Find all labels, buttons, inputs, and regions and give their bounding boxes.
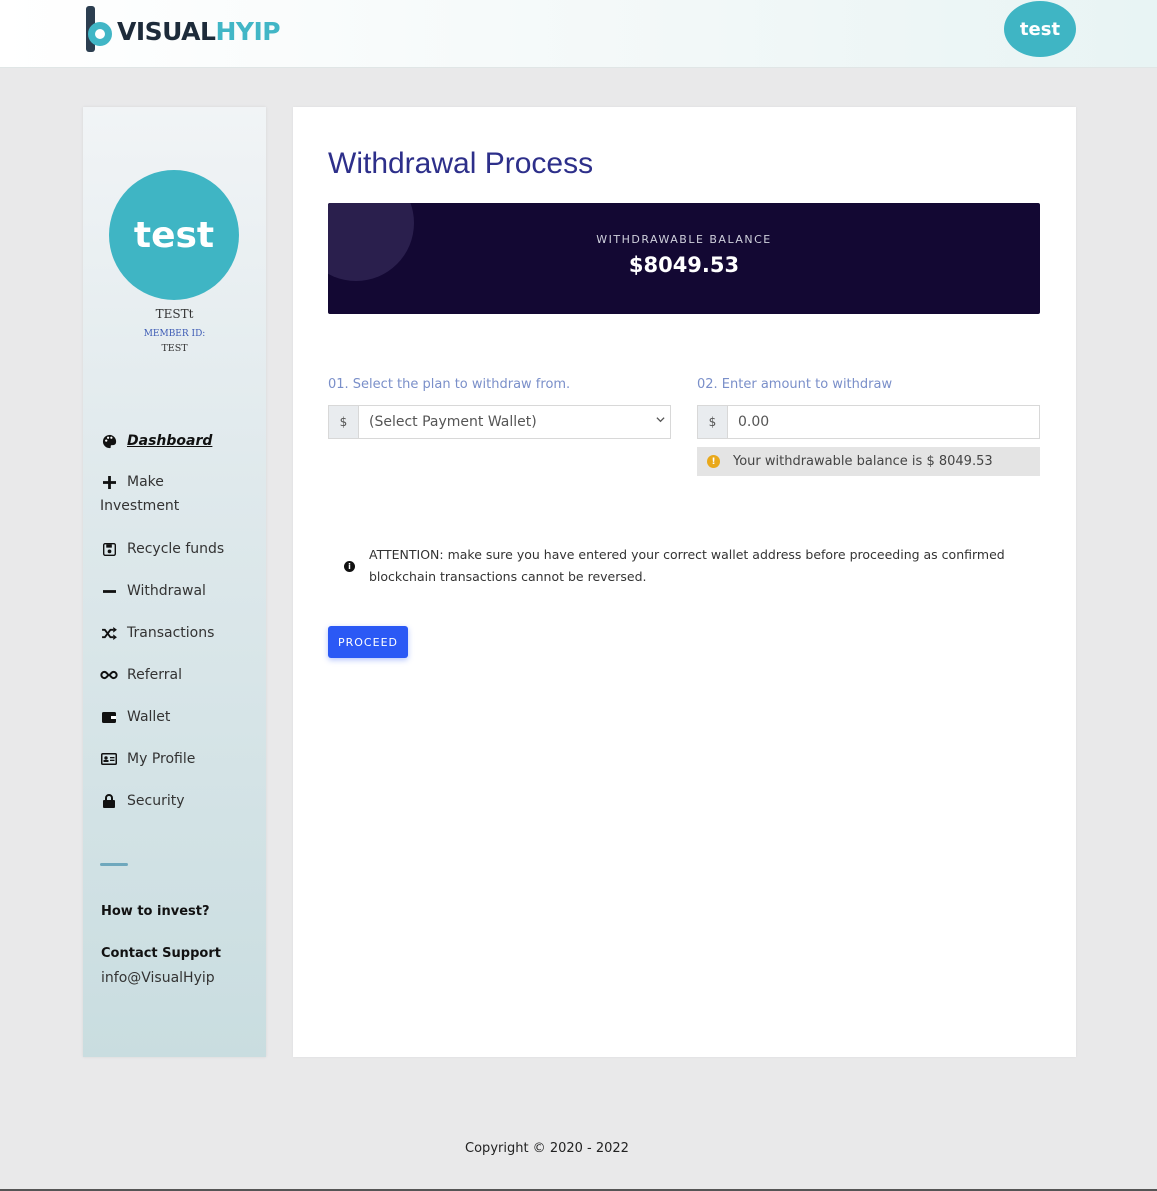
- proceed-button[interactable]: PROCEED: [328, 626, 408, 658]
- logo-text-part2: HYIP: [215, 16, 281, 46]
- sidebar-username: TESTt: [155, 307, 194, 321]
- sidebar-item-label: Referral: [127, 667, 182, 683]
- hint-text: Your withdrawable balance is $ 8049.53: [733, 454, 993, 469]
- sidebar-item-label: Transactions: [127, 625, 215, 641]
- page-title: Withdrawal Process: [328, 147, 594, 180]
- info-icon: i: [344, 560, 355, 572]
- plan-select-label: 01. Select the plan to withdraw from.: [328, 377, 571, 392]
- attention-notice: i ATTENTION: make sure you have entered …: [343, 544, 1023, 588]
- currency-addon: $: [329, 406, 359, 438]
- top-header: VISUALHYIP test: [0, 0, 1157, 68]
- id-card-icon: [100, 747, 118, 771]
- sidebar-item-label: Withdrawal: [127, 583, 206, 599]
- sidebar-item-wallet[interactable]: Wallet: [100, 705, 170, 729]
- attention-text: ATTENTION: make sure you have entered yo…: [369, 547, 1005, 584]
- sidebar-item-withdrawal[interactable]: Withdrawal: [100, 579, 206, 603]
- lock-icon: [100, 789, 118, 813]
- logo-mark-icon: [84, 6, 114, 52]
- sidebar-item-label: Security: [127, 793, 185, 809]
- sidebar-item-label: My Profile: [127, 751, 196, 767]
- contact-support-title: Contact Support: [101, 946, 221, 961]
- member-id-value: TEST: [161, 343, 188, 354]
- sidebar-item-recycle-funds[interactable]: Recycle funds: [100, 537, 224, 561]
- sidebar-item-transactions[interactable]: Transactions: [100, 621, 214, 645]
- sidebar-item-make-investment[interactable]: Make Investment: [100, 470, 220, 518]
- balance-value: $8049.53: [628, 253, 740, 277]
- sidebar-item-referral[interactable]: Referral: [100, 663, 182, 687]
- shuffle-icon: [100, 621, 118, 645]
- amount-input[interactable]: 0.00: [728, 406, 1039, 438]
- amount-input-group: $ 0.00: [697, 405, 1040, 439]
- chevron-down-icon: [656, 414, 665, 427]
- amount-input-label: 02. Enter amount to withdraw: [697, 377, 893, 392]
- logo-text: VISUALHYIP: [117, 16, 281, 46]
- payment-wallet-select[interactable]: (Select Payment Wallet): [359, 406, 670, 438]
- how-to-invest-link[interactable]: How to invest?: [101, 904, 210, 919]
- header-avatar[interactable]: test: [1004, 1, 1076, 57]
- withdrawal-panel: Withdrawal Process WITHDRAWABLE BALANCE …: [293, 107, 1076, 1057]
- save-icon: [100, 537, 118, 561]
- currency-addon: $: [698, 406, 728, 438]
- minus-icon: [100, 579, 118, 603]
- plus-icon: [100, 470, 118, 494]
- sidebar-item-security[interactable]: Security: [100, 789, 185, 813]
- sidebar-item-my-profile[interactable]: My Profile: [100, 747, 195, 771]
- sidebar-item-label: Wallet: [127, 709, 171, 725]
- payment-wallet-select-value: (Select Payment Wallet): [369, 414, 537, 430]
- footer-copyright: Copyright © 2020 - 2022: [465, 1141, 629, 1156]
- member-id-label: MEMBER ID:: [143, 329, 206, 339]
- balance-card: WITHDRAWABLE BALANCE $8049.53: [328, 203, 1040, 314]
- logo[interactable]: VISUALHYIP: [84, 4, 281, 54]
- balance-label: WITHDRAWABLE BALANCE: [596, 233, 772, 246]
- amount-input-value: 0.00: [738, 414, 770, 430]
- sidebar-item-label: Recycle funds: [127, 541, 225, 557]
- sidebar-divider: [100, 863, 128, 866]
- wallet-icon: [100, 705, 118, 729]
- withdrawable-balance-hint: ! Your withdrawable balance is $ 8049.53: [697, 447, 1040, 476]
- contact-email-link[interactable]: info@VisualHyip: [101, 970, 215, 986]
- infinity-icon: [100, 663, 118, 687]
- sidebar: test TESTt MEMBER ID: TEST Dashboard Mak…: [83, 107, 266, 1057]
- plan-select-group: $ (Select Payment Wallet): [328, 405, 671, 439]
- sidebar-item-dashboard[interactable]: Dashboard: [100, 429, 212, 453]
- sidebar-item-label: Dashboard: [127, 433, 213, 449]
- warning-icon: !: [707, 455, 720, 468]
- palette-icon: [100, 429, 118, 453]
- sidebar-avatar: test: [109, 170, 239, 300]
- logo-text-part1: VISUAL: [117, 16, 216, 46]
